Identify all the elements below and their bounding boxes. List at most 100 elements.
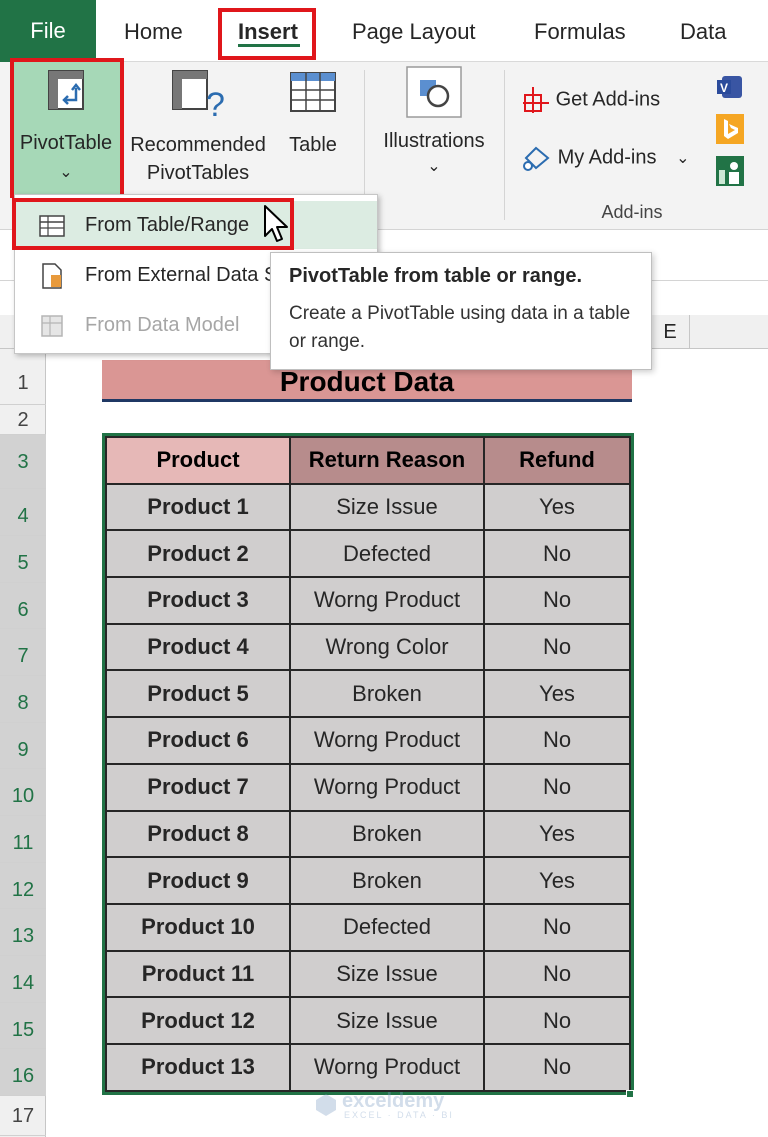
cell-product[interactable]: Product 1 xyxy=(105,482,291,532)
get-addins-icon xyxy=(523,87,549,113)
cell-return-reason[interactable]: Worng Product xyxy=(289,716,485,765)
cell-refund[interactable]: No xyxy=(483,762,631,812)
cell-refund[interactable]: No xyxy=(483,622,631,672)
cell-refund[interactable]: No xyxy=(483,949,631,999)
cell-refund[interactable]: No xyxy=(483,902,631,952)
cell-product[interactable]: Product 4 xyxy=(105,622,291,672)
menu-item-from-table-range[interactable]: From Table/Range xyxy=(15,201,377,249)
tab-data[interactable]: Data xyxy=(680,0,726,62)
cell-return-reason[interactable]: Wrong Color xyxy=(289,622,485,672)
menu-item-label: From Data Model xyxy=(85,314,240,336)
cell-refund[interactable]: No xyxy=(483,576,631,625)
cell-refund[interactable]: Yes xyxy=(483,809,631,859)
my-addins-button[interactable]: My Add-ins ⌄ xyxy=(522,144,689,172)
cell-product[interactable]: Product 9 xyxy=(105,856,291,905)
table-row: Product 11 Size Issue No xyxy=(105,949,631,999)
row-number[interactable]: 10 xyxy=(0,769,46,816)
header-return-reason[interactable]: Return Reason xyxy=(289,436,485,485)
tab-home[interactable]: Home xyxy=(124,0,183,62)
cell-return-reason[interactable]: Defected xyxy=(289,529,485,579)
cell-return-reason[interactable]: Worng Product xyxy=(289,1042,485,1092)
table-row: Product 7 Worng Product No xyxy=(105,762,631,812)
row-number[interactable]: 7 xyxy=(0,629,46,676)
data-table[interactable]: Product Return Reason Refund Product 1 S… xyxy=(102,433,634,1095)
cell-refund[interactable]: No xyxy=(483,996,631,1045)
cell-product[interactable]: Product 11 xyxy=(105,949,291,999)
pivottable-icon xyxy=(48,70,84,110)
cell-refund[interactable]: No xyxy=(483,716,631,765)
ribbon-tab-bar: File Home Insert Page Layout Formulas Da… xyxy=(0,0,768,62)
table-row: Product 1 Size Issue Yes xyxy=(105,482,631,532)
cell-return-reason[interactable]: Broken xyxy=(289,669,485,719)
cell-product[interactable]: Product 12 xyxy=(105,996,291,1045)
cell-return-reason[interactable]: Size Issue xyxy=(289,482,485,532)
table-button[interactable]: Table xyxy=(280,62,346,196)
row-number[interactable]: 3 xyxy=(0,435,46,489)
row-number[interactable]: 15 xyxy=(0,1003,46,1049)
chevron-down-icon: ⌄ xyxy=(427,158,441,175)
header-product[interactable]: Product xyxy=(105,436,291,485)
row-number[interactable]: 14 xyxy=(0,956,46,1003)
cell-refund[interactable]: No xyxy=(483,1042,631,1092)
my-addins-icon xyxy=(523,146,550,171)
cell-refund[interactable]: Yes xyxy=(483,856,631,905)
table-row: Product 10 Defected No xyxy=(105,902,631,952)
cell-product[interactable]: Product 3 xyxy=(105,576,291,625)
table-row: Product 13 Worng Product No xyxy=(105,1042,631,1092)
cell-refund[interactable]: Yes xyxy=(483,482,631,532)
visio-icon[interactable]: V xyxy=(716,74,744,100)
cell-refund[interactable]: Yes xyxy=(483,669,631,719)
cell-return-reason[interactable]: Size Issue xyxy=(289,996,485,1045)
active-tab-indicator xyxy=(238,44,300,47)
table-row: Product 6 Worng Product No xyxy=(105,716,631,765)
row-number[interactable]: 17 xyxy=(0,1096,46,1136)
row-number[interactable]: 8 xyxy=(0,676,46,723)
row-number[interactable]: 9 xyxy=(0,723,46,769)
cell-product[interactable]: Product 13 xyxy=(105,1042,291,1092)
tab-formulas[interactable]: Formulas xyxy=(534,0,626,62)
row-number[interactable]: 6 xyxy=(0,583,46,629)
get-addins-button[interactable]: Get Add-ins xyxy=(522,86,660,114)
row-number[interactable]: 4 xyxy=(0,489,46,536)
chevron-down-icon: ⌄ xyxy=(59,164,73,181)
ribbon-separator xyxy=(504,70,505,220)
cell-product[interactable]: Product 6 xyxy=(105,716,291,765)
cell-return-reason[interactable]: Worng Product xyxy=(289,576,485,625)
pivottable-button[interactable]: PivotTable ⌄ xyxy=(12,62,120,196)
header-refund[interactable]: Refund xyxy=(483,436,631,485)
column-e-header[interactable]: E xyxy=(650,315,690,349)
bing-maps-icon[interactable] xyxy=(716,114,744,144)
illustrations-button[interactable]: Illustrations ⌄ xyxy=(372,62,496,196)
tab-file[interactable]: File xyxy=(0,0,96,62)
get-addins-label: Get Add-ins xyxy=(555,88,661,111)
tab-insert[interactable]: Insert xyxy=(238,0,298,62)
fill-handle[interactable] xyxy=(626,1090,634,1098)
row-number[interactable]: 12 xyxy=(0,863,46,909)
row-number[interactable]: 1 xyxy=(0,361,46,405)
cell-refund[interactable]: No xyxy=(483,529,631,579)
cell-product[interactable]: Product 5 xyxy=(105,669,291,719)
mouse-cursor-icon xyxy=(264,205,288,242)
table-label: Table xyxy=(289,134,337,156)
table-icon xyxy=(290,72,336,112)
chevron-down-icon[interactable]: ⌄ xyxy=(676,150,689,167)
row-number[interactable]: 5 xyxy=(0,536,46,583)
cell-return-reason[interactable]: Size Issue xyxy=(289,949,485,999)
row-number[interactable]: 16 xyxy=(0,1049,46,1096)
table-range-icon xyxy=(39,215,65,237)
tab-page-layout[interactable]: Page Layout xyxy=(352,0,476,62)
svg-text:?: ? xyxy=(206,86,225,118)
cell-product[interactable]: Product 2 xyxy=(105,529,291,579)
row-number[interactable]: 2 xyxy=(0,405,46,435)
row-number[interactable]: 11 xyxy=(0,816,46,863)
cell-return-reason[interactable]: Defected xyxy=(289,902,485,952)
recommended-pivottables-button[interactable]: ? Recommended PivotTables xyxy=(124,62,272,196)
people-graph-icon[interactable] xyxy=(716,156,744,186)
cell-return-reason[interactable]: Broken xyxy=(289,809,485,859)
cell-product[interactable]: Product 8 xyxy=(105,809,291,859)
cell-return-reason[interactable]: Broken xyxy=(289,856,485,905)
cell-return-reason[interactable]: Worng Product xyxy=(289,762,485,812)
row-number[interactable]: 13 xyxy=(0,909,46,956)
cell-product[interactable]: Product 10 xyxy=(105,902,291,952)
cell-product[interactable]: Product 7 xyxy=(105,762,291,812)
